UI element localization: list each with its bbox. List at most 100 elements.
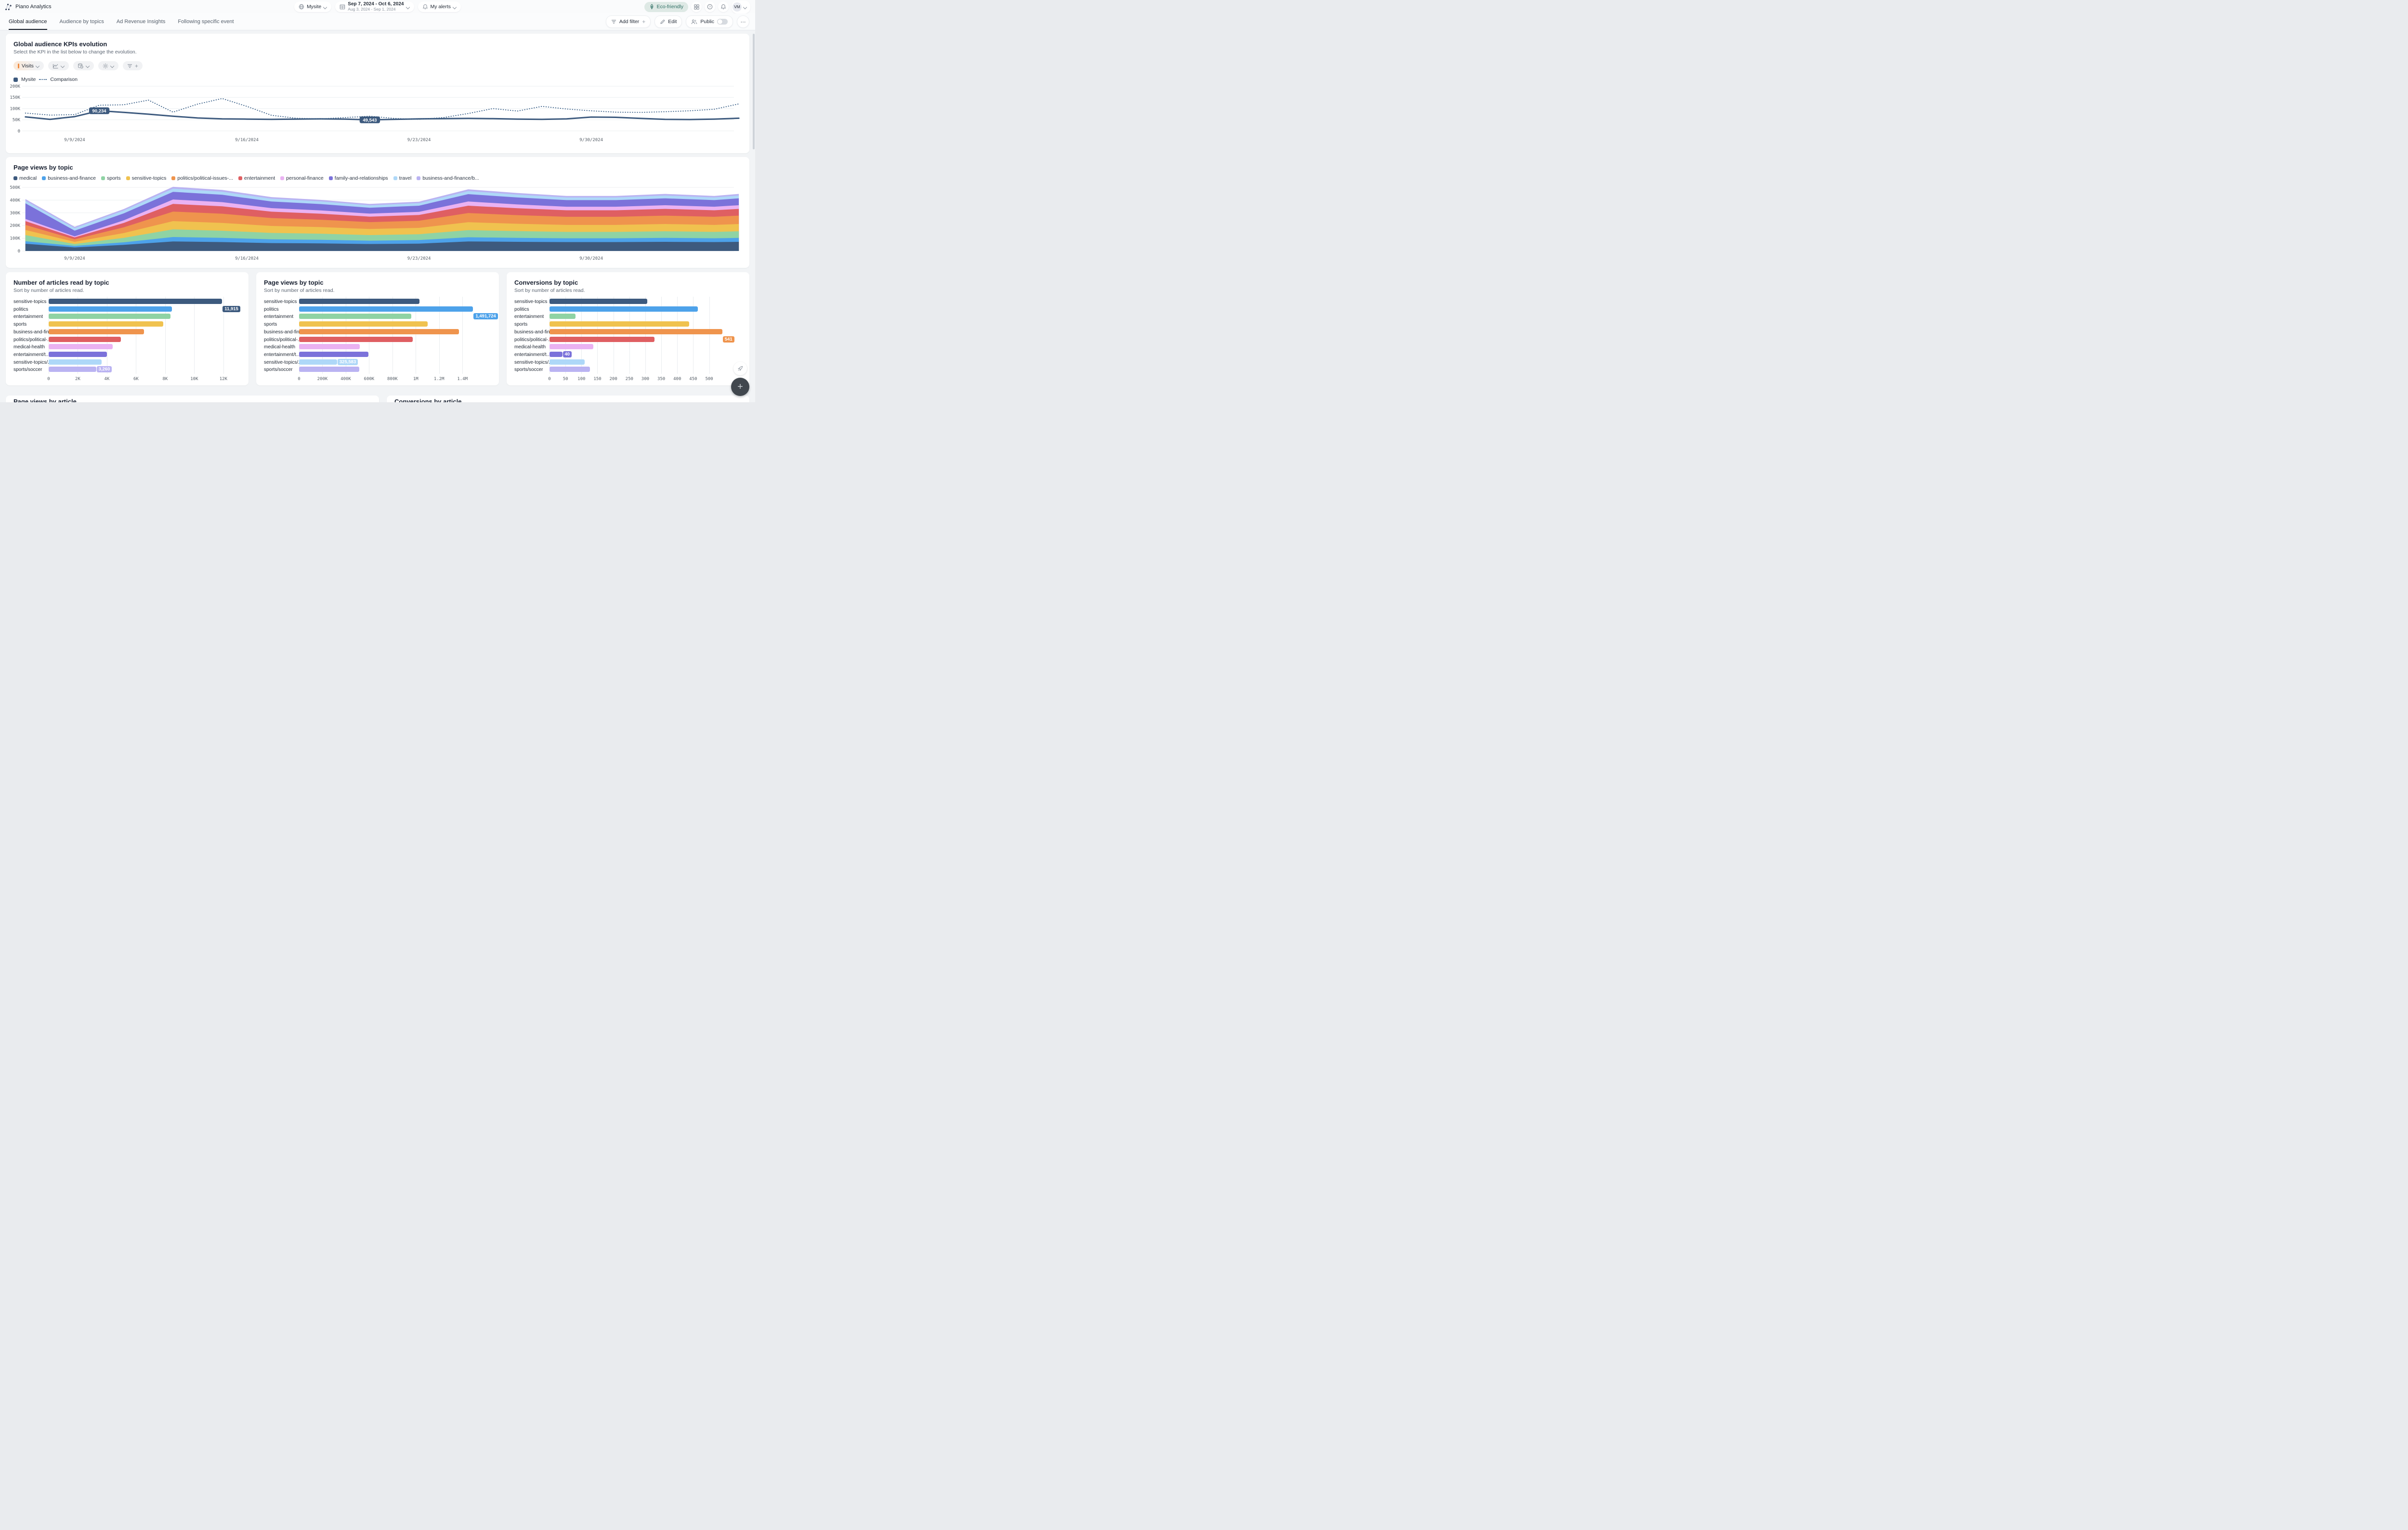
legend-item-entertainment[interactable]: entertainment bbox=[238, 175, 275, 181]
alerts-selector[interactable]: My alerts bbox=[418, 1, 461, 12]
bar-entertainment[interactable] bbox=[49, 314, 170, 319]
more-options-button[interactable]: ⋯ bbox=[737, 15, 749, 28]
svg-text:49,543: 49,543 bbox=[363, 118, 377, 123]
settings-selector[interactable] bbox=[98, 61, 118, 70]
app-logo[interactable]: Piano Analytics bbox=[5, 3, 52, 11]
bar-sports[interactable] bbox=[550, 321, 689, 327]
legend-item-travel[interactable]: travel bbox=[393, 175, 412, 181]
legend-item-politics-political-issues-[interactable]: politics/political-issues-... bbox=[171, 175, 233, 181]
legend-item-medical[interactable]: medical bbox=[13, 175, 37, 181]
bar-sensitive-topics[interactable] bbox=[299, 299, 419, 304]
bar-business-and-fin-[interactable] bbox=[550, 329, 722, 334]
segment-filter-button[interactable]: + bbox=[123, 61, 143, 70]
legend-swatch bbox=[417, 176, 420, 180]
tab-ad-revenue-insights[interactable]: Ad Revenue Insights bbox=[117, 13, 166, 30]
bar-sensitive-topics-[interactable] bbox=[49, 359, 102, 365]
x-tick-label: 1.2M bbox=[434, 377, 445, 382]
rocket-button[interactable] bbox=[733, 362, 747, 375]
bar-sports-soccer[interactable] bbox=[299, 367, 359, 372]
apps-grid-button[interactable] bbox=[691, 1, 702, 12]
bar-politics[interactable] bbox=[49, 306, 172, 312]
x-tick-label: 150 bbox=[593, 377, 601, 382]
bar-sensitive-topics[interactable] bbox=[49, 299, 222, 304]
bar-entertainment[interactable] bbox=[550, 314, 576, 319]
edit-button[interactable]: Edit bbox=[654, 15, 682, 28]
bar-entertainment-t-[interactable] bbox=[299, 352, 368, 357]
x-tick-label: 10K bbox=[190, 377, 198, 382]
data-source-selector[interactable] bbox=[73, 61, 94, 70]
bar-entertainment[interactable] bbox=[299, 314, 411, 319]
chevron-down-icon bbox=[36, 64, 39, 67]
add-filter-button[interactable]: Add filter + bbox=[606, 15, 651, 28]
bar-politics[interactable] bbox=[550, 306, 698, 312]
chart-type-selector[interactable] bbox=[48, 61, 69, 70]
bar-sports-soccer[interactable] bbox=[49, 367, 96, 372]
toggle-knob bbox=[718, 19, 722, 24]
bar-card-title: Number of articles read by topic bbox=[13, 279, 241, 286]
chevron-down-icon bbox=[453, 5, 457, 9]
legend-swatch bbox=[42, 176, 46, 180]
line-series-comparison[interactable] bbox=[26, 99, 739, 119]
bar-sensitive-topics[interactable] bbox=[550, 299, 647, 304]
x-tick-label: 350 bbox=[657, 377, 665, 382]
bar-politics-political-[interactable] bbox=[299, 337, 413, 342]
bar-sensitive-topics-[interactable] bbox=[299, 359, 337, 365]
legend-item-sensitive-topics[interactable]: sensitive-topics bbox=[126, 175, 167, 181]
bar-entertainment-t-[interactable] bbox=[49, 352, 107, 357]
bar-medical-health[interactable] bbox=[299, 344, 360, 349]
bar-label-sensitive-topics-: sensitive-topics/... bbox=[264, 360, 302, 365]
pencil-icon bbox=[660, 19, 665, 25]
bar-sensitive-topics-[interactable] bbox=[550, 359, 585, 365]
bar-sports-soccer[interactable] bbox=[550, 367, 590, 372]
bar-entertainment-t-[interactable] bbox=[550, 352, 563, 357]
legend-item-business-and-finance[interactable]: business-and-finance bbox=[42, 175, 96, 181]
chevron-down-icon bbox=[406, 5, 409, 9]
gear-icon bbox=[103, 63, 108, 69]
add-widget-fab[interactable]: + bbox=[731, 378, 749, 396]
bar-politics[interactable] bbox=[299, 306, 473, 312]
legend-item-family-and-relationships[interactable]: family-and-relationships bbox=[329, 175, 388, 181]
bar-card-subtitle: Sort by number of articles read. bbox=[264, 288, 491, 293]
kpi-line-chart[interactable]: 050K100K150K200K9/9/20249/16/20249/23/20… bbox=[6, 79, 749, 152]
bar-label-sensitive-topics-: sensitive-topics/... bbox=[13, 360, 52, 365]
bar-label-entertainment: entertainment bbox=[264, 314, 293, 319]
articles-read-bar-chart: 02K4K6K8K10K12Ksensitive-topicspoliticse… bbox=[6, 297, 249, 382]
tab-global-audience[interactable]: Global audience bbox=[9, 13, 47, 30]
legend-swatch bbox=[280, 176, 284, 180]
svg-text:400K: 400K bbox=[10, 198, 20, 203]
bar-medical-health[interactable] bbox=[49, 344, 113, 349]
public-label: Public bbox=[700, 19, 714, 25]
bar-sports[interactable] bbox=[299, 321, 428, 327]
bar-politics-political-[interactable] bbox=[49, 337, 121, 342]
bar-label-entertainment-t-: entertainment/t... bbox=[514, 352, 550, 357]
page-views-area-chart[interactable]: 0100K200K300K400K500K9/9/20249/16/20249/… bbox=[6, 184, 749, 268]
scrollbar-thumb[interactable] bbox=[753, 34, 755, 149]
legend-item-business-and-finance-b-[interactable]: business-and-finance/b... bbox=[417, 175, 479, 181]
svg-text:9/23/2024: 9/23/2024 bbox=[407, 138, 431, 143]
public-toggle[interactable] bbox=[717, 19, 728, 25]
bar-sports[interactable] bbox=[49, 321, 163, 327]
user-menu[interactable]: VM bbox=[732, 0, 750, 13]
bar-medical-health[interactable] bbox=[550, 344, 593, 349]
bar-label-politics-political-: politics/political-... bbox=[264, 337, 301, 343]
legend-item-sports[interactable]: sports bbox=[101, 175, 121, 181]
bar-business-and-fin-[interactable] bbox=[49, 329, 144, 334]
bar-politics-political-[interactable] bbox=[550, 337, 654, 342]
public-toggle-button[interactable]: Public bbox=[686, 15, 733, 28]
date-range-selector[interactable]: Sep 7, 2024 - Oct 6, 2024 Aug 3, 2024 - … bbox=[335, 1, 414, 12]
tab-audience-by-topics[interactable]: Audience by topics bbox=[60, 13, 104, 30]
help-button[interactable]: ? bbox=[705, 1, 715, 12]
tab-following-specific-event[interactable]: Following specific event bbox=[178, 13, 234, 30]
data-label-badge: 90,234 bbox=[89, 107, 109, 114]
site-selector[interactable]: Mysite bbox=[294, 1, 331, 12]
notifications-button[interactable] bbox=[718, 1, 729, 12]
page-views-area-card: Page views by topic medicalbusiness-and-… bbox=[6, 157, 749, 268]
kpi-selector[interactable]: Visits bbox=[13, 61, 44, 70]
bar-business-and-fin-[interactable] bbox=[299, 329, 459, 334]
line-series-mysite[interactable] bbox=[26, 111, 739, 120]
eco-friendly-badge[interactable]: Eco-friendly bbox=[644, 2, 688, 12]
legend-item-personal-finance[interactable]: personal-finance bbox=[280, 175, 324, 181]
conversions-by-article-card: Conversions by article bbox=[387, 396, 749, 402]
x-tick-label: 800K bbox=[387, 377, 398, 382]
svg-text:9/30/2024: 9/30/2024 bbox=[579, 138, 603, 143]
